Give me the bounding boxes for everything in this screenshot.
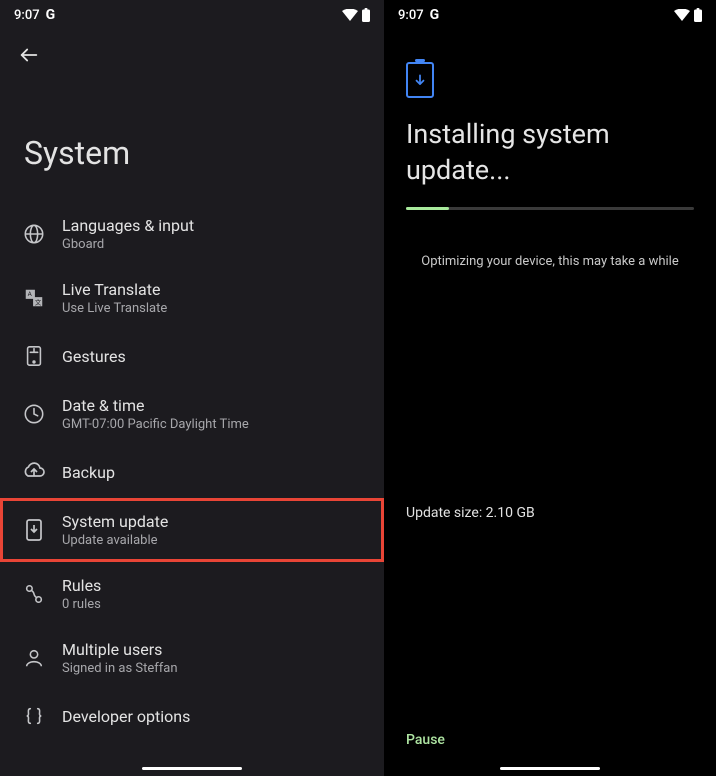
settings-item-multiple-users[interactable]: Multiple users Signed in as Steffan: [0, 626, 384, 690]
battery-icon: [362, 8, 370, 22]
settings-item-languages[interactable]: Languages & input Gboard: [0, 202, 384, 266]
progress-bar: [406, 207, 694, 210]
settings-item-system-update[interactable]: System update Update available: [0, 498, 384, 562]
cloud-upload-icon: [22, 460, 46, 484]
item-title: Multiple users: [62, 640, 178, 659]
item-title: Developer options: [62, 707, 190, 726]
page-title: System: [0, 74, 384, 202]
status-time: 9:07: [398, 8, 424, 23]
item-title: Rules: [62, 576, 101, 595]
settings-item-developer-options[interactable]: Developer options: [0, 690, 384, 742]
item-title: Backup: [62, 463, 115, 482]
status-bar: 9:07 G: [384, 0, 716, 30]
braces-icon: [22, 704, 46, 728]
status-time: 9:07: [14, 8, 40, 23]
item-subtitle: Signed in as Steffan: [62, 661, 178, 676]
clock-icon: [22, 402, 46, 426]
status-bar: 9:07 G: [0, 0, 384, 30]
back-row: [0, 30, 384, 74]
status-right: [342, 8, 370, 22]
svg-text:文: 文: [35, 297, 42, 306]
wifi-icon: [342, 9, 358, 21]
nav-bar-handle[interactable]: [500, 767, 600, 770]
system-update-large-icon: [406, 62, 434, 98]
back-button[interactable]: [18, 44, 38, 64]
item-title: System update: [62, 512, 168, 531]
item-title: Live Translate: [62, 280, 167, 299]
rules-icon: [22, 582, 46, 606]
system-update-icon: [22, 518, 46, 542]
settings-item-live-translate[interactable]: A文 Live Translate Use Live Translate: [0, 266, 384, 330]
pause-button[interactable]: Pause: [406, 732, 445, 748]
item-subtitle: 0 rules: [62, 597, 101, 612]
optimize-text: Optimizing your device, this may take a …: [384, 210, 716, 269]
wifi-icon: [674, 9, 690, 21]
update-title: Installing system update...: [384, 116, 716, 189]
settings-item-gestures[interactable]: Gestures: [0, 330, 384, 382]
progress-fill: [406, 207, 449, 210]
item-subtitle: GMT-07:00 Pacific Daylight Time: [62, 417, 249, 432]
item-subtitle: Gboard: [62, 237, 194, 252]
item-title: Languages & input: [62, 216, 194, 235]
globe-icon: [22, 222, 46, 246]
status-left: 9:07 G: [14, 7, 55, 23]
item-title: Date & time: [62, 396, 249, 415]
settings-item-rules[interactable]: Rules 0 rules: [0, 562, 384, 626]
status-left: 9:07 G: [398, 7, 439, 23]
nav-bar-handle[interactable]: [142, 767, 242, 770]
item-subtitle: Update available: [62, 533, 168, 548]
system-settings-screen: 9:07 G System Languages & input Gboard: [0, 0, 384, 776]
update-install-screen: 9:07 G Installing system update... Optim…: [384, 0, 716, 776]
status-right: [674, 8, 702, 22]
person-icon: [22, 646, 46, 670]
google-logo-icon: G: [430, 7, 440, 23]
settings-item-backup[interactable]: Backup: [0, 446, 384, 498]
item-subtitle: Use Live Translate: [62, 301, 167, 316]
update-size: Update size: 2.10 GB: [406, 505, 535, 521]
google-logo-icon: G: [46, 7, 56, 23]
item-title: Gestures: [62, 347, 126, 366]
battery-icon: [694, 8, 702, 22]
translate-icon: A文: [22, 286, 46, 310]
settings-list: Languages & input Gboard A文 Live Transla…: [0, 202, 384, 742]
settings-item-date-time[interactable]: Date & time GMT-07:00 Pacific Daylight T…: [0, 382, 384, 446]
gestures-icon: [22, 344, 46, 368]
